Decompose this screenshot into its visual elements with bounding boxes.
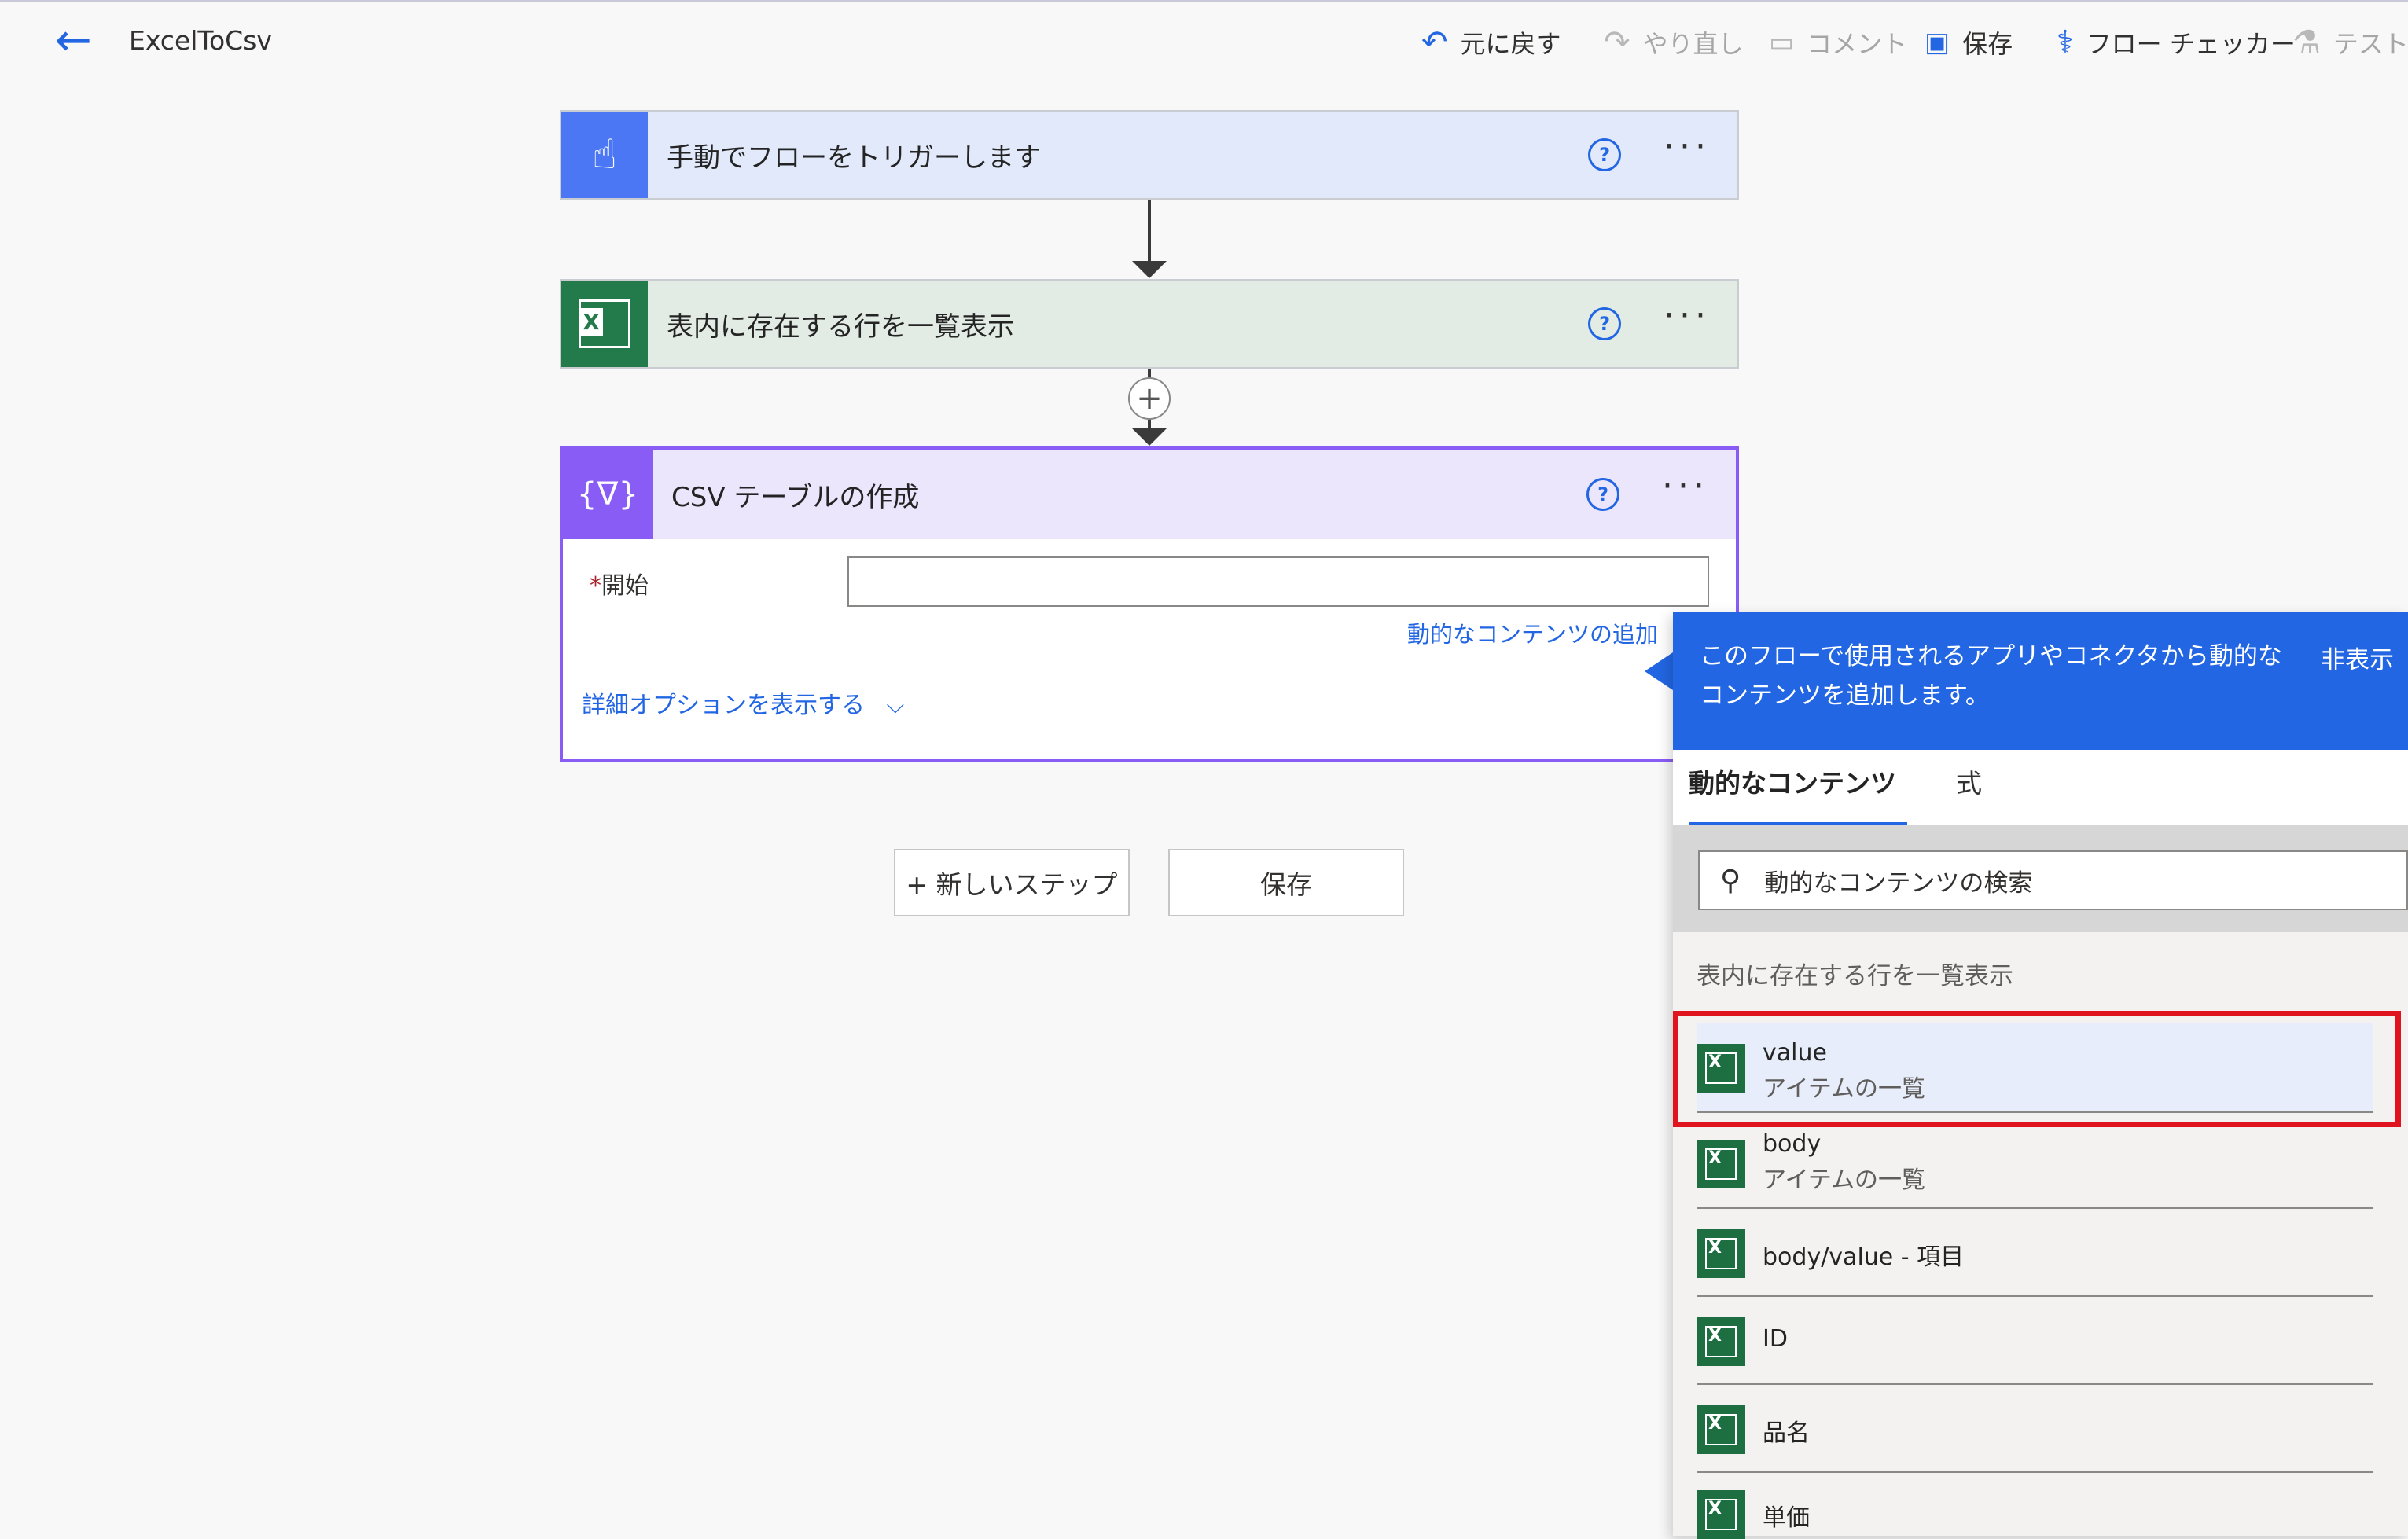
undo-label: 元に戻す (1460, 29, 1561, 59)
required-mark: * (590, 572, 601, 600)
excel-icon: X (1697, 1140, 1745, 1188)
dynamic-item-id[interactable]: X ID (1697, 1297, 2373, 1385)
add-dynamic-content-link[interactable]: 動的なコンテンツの追加 (1407, 616, 1658, 649)
more-options-icon[interactable]: ··· (1664, 299, 1711, 340)
insert-step-plus-icon[interactable]: + (1128, 377, 1171, 420)
redo-button[interactable]: ↷ やり直し (1604, 20, 1744, 64)
dynamic-item-body[interactable]: X body アイテムの一覧 (1697, 1121, 2373, 1209)
connector-line (1148, 200, 1151, 264)
excel-icon: X (1697, 1317, 1745, 1366)
excel-icon: X (1697, 1405, 1745, 1454)
search-placeholder: 動的なコンテンツの検索 (1764, 869, 2033, 898)
dynamic-content-list: 表内に存在する行を一覧表示 X value アイテムの一覧 X body アイテ… (1673, 932, 2408, 1539)
item-desc: アイテムの一覧 (1763, 1166, 1925, 1194)
redo-icon: ↷ (1604, 24, 1630, 61)
advanced-options-label: 詳細オプションを表示する (582, 692, 865, 719)
top-bar: ← ExcelToCsv ↶ 元に戻す ↷ やり直し ▭ コメント ▣ 保存 ⚕… (0, 0, 2408, 79)
tab-dynamic-content[interactable]: 動的なコンテンツ (1689, 762, 1896, 800)
search-area: ⚲ 動的なコンテンツの検索 (1673, 825, 2408, 932)
flask-icon: ⚗ (2292, 24, 2321, 61)
dynamic-item-unit-price[interactable]: X 単価 (1697, 1473, 2373, 1539)
section-heading: 表内に存在する行を一覧表示 (1697, 962, 2013, 990)
save-button[interactable]: 保存 (1168, 849, 1404, 916)
excel-icon: X (561, 281, 648, 367)
help-icon[interactable]: ? (1586, 478, 1620, 511)
step-list-rows-title: 表内に存在する行を一覧表示 (667, 310, 1014, 343)
help-icon[interactable]: ? (1588, 307, 1622, 340)
data-operation-icon: {ᐁ} (563, 450, 653, 539)
new-step-button[interactable]: + 新しいステップ (894, 849, 1130, 916)
show-advanced-options-link[interactable]: 詳細オプションを表示する ⌵ (582, 685, 904, 720)
item-name: 品名 (1763, 1420, 1810, 1447)
from-field-label: *開始 (590, 566, 649, 601)
excel-icon: X (1697, 1490, 1745, 1539)
highlight-box (1673, 1011, 2401, 1127)
excel-icon: X (1697, 1229, 1745, 1278)
more-options-icon[interactable]: ··· (1664, 130, 1711, 171)
dynamic-content-panel: このフローで使用されるアプリやコネクタから動的なコンテンツを追加します。 非表示… (1673, 612, 2408, 1539)
item-name: body/value - 項目 (1763, 1243, 1965, 1271)
more-options-icon[interactable]: ··· (1662, 469, 1709, 510)
step-trigger[interactable]: ☝ 手動でフローをトリガーします ? ··· (560, 110, 1739, 200)
flow-checker-button[interactable]: ⚕ フロー チェッカー (2057, 20, 2296, 64)
save-toolbar-button[interactable]: ▣ 保存 (1925, 20, 2013, 64)
from-input[interactable] (847, 556, 1709, 607)
item-name: body (1763, 1130, 1822, 1158)
step-create-csv-title: CSV テーブルの作成 (671, 481, 920, 513)
test-button[interactable]: ⚗ テスト (2292, 20, 2408, 64)
callout-pointer (1645, 652, 1673, 690)
save-toolbar-label: 保存 (1962, 29, 2013, 59)
touch-hand-icon: ☝ (561, 112, 648, 198)
from-label-text: 開始 (601, 572, 649, 600)
help-icon[interactable]: ? (1588, 138, 1622, 171)
hide-button[interactable]: 非表示 (2321, 640, 2394, 675)
undo-icon: ↶ (1421, 24, 1448, 61)
arrow-down-icon (1132, 428, 1167, 446)
undo-button[interactable]: ↶ 元に戻す (1421, 20, 1561, 64)
tab-expression[interactable]: 式 (1956, 762, 1982, 800)
item-name: ID (1763, 1325, 1788, 1353)
flow-name: ExcelToCsv (129, 25, 272, 56)
dynamic-content-search[interactable]: ⚲ 動的なコンテンツの検索 (1698, 850, 2408, 910)
test-label: テスト (2333, 29, 2408, 59)
step-trigger-title: 手動でフローをトリガーします (667, 141, 1041, 174)
search-icon: ⚲ (1720, 864, 1741, 897)
dynamic-item-body-value-item[interactable]: X body/value - 項目 (1697, 1209, 2373, 1297)
step-create-csv[interactable]: {ᐁ} CSV テーブルの作成 ? ··· *開始 動的なコンテンツの追加 詳細… (560, 446, 1739, 762)
redo-label: やり直し (1642, 29, 1744, 59)
comment-button[interactable]: ▭ コメント (1769, 20, 1907, 64)
comment-icon: ▭ (1769, 27, 1795, 58)
item-name: 単価 (1763, 1504, 1810, 1532)
stethoscope-icon: ⚕ (2057, 24, 2074, 61)
flow-checker-label: フロー チェッカー (2086, 29, 2296, 59)
arrow-down-icon (1132, 261, 1167, 278)
save-icon: ▣ (1925, 27, 1950, 58)
dynamic-panel-header: このフローで使用されるアプリやコネクタから動的なコンテンツを追加します。 非表示 (1673, 612, 2408, 750)
comment-label: コメント (1807, 29, 1908, 59)
dynamic-panel-description: このフローで使用されるアプリやコネクタから動的なコンテンツを追加します。 (1700, 642, 2282, 710)
step-list-rows[interactable]: X 表内に存在する行を一覧表示 ? ··· (560, 279, 1739, 369)
chevron-down-icon: ⌵ (886, 692, 905, 719)
dynamic-item-product-name[interactable]: X 品名 (1697, 1385, 2373, 1473)
back-arrow-icon[interactable]: ← (55, 19, 110, 66)
